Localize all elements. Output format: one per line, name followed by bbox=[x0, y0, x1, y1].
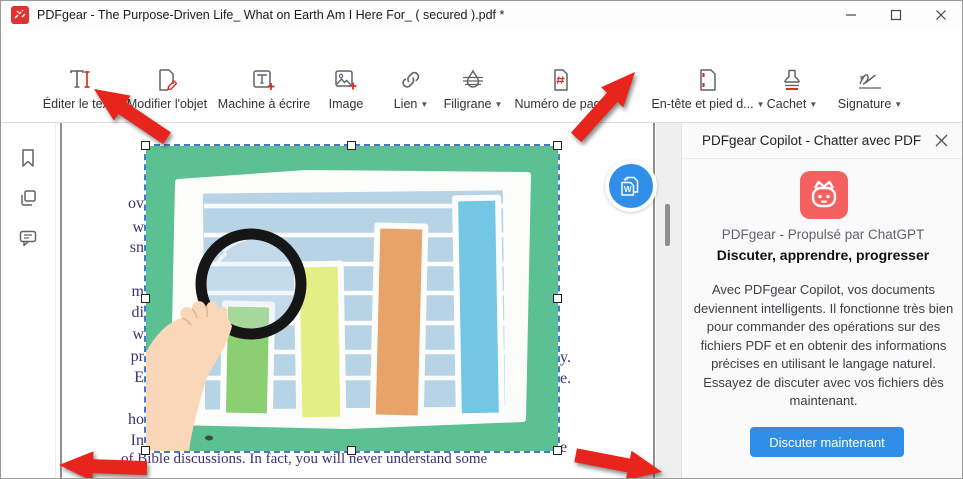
page-number-button[interactable]: Numéro de page bbox=[496, 65, 626, 111]
doc-text-fragment: m bbox=[64, 283, 144, 301]
doc-text-fragment: pr bbox=[64, 348, 144, 366]
copilot-powered-by: PDFgear - Propulsé par ChatGPT bbox=[682, 227, 963, 242]
doc-text-fragment: di bbox=[64, 304, 144, 322]
doc-text-line: of Bible discussions. In fact, you will … bbox=[121, 451, 487, 468]
copilot-tagline: Discuter, apprendre, progresser bbox=[682, 247, 963, 263]
chevron-down-icon: ▼ bbox=[894, 100, 902, 109]
resize-handle-s[interactable] bbox=[347, 446, 356, 455]
doc-text-fragment: w bbox=[64, 219, 144, 237]
signature-button[interactable]: Signature▼ bbox=[805, 65, 935, 111]
selected-image[interactable] bbox=[146, 146, 558, 451]
close-panel-icon[interactable] bbox=[934, 133, 950, 149]
page-thumbnails-icon[interactable] bbox=[18, 188, 40, 210]
resize-handle-sw[interactable] bbox=[141, 446, 150, 455]
pdfgear-logo-icon bbox=[11, 6, 29, 24]
scrollbar-thumb[interactable] bbox=[665, 204, 670, 246]
resize-handle-w[interactable] bbox=[141, 294, 150, 303]
pdfgear-window: PDFgear - The Purpose-Driven Life_ What … bbox=[0, 0, 963, 479]
resize-handle-se[interactable] bbox=[553, 446, 562, 455]
copilot-robot-icon bbox=[800, 171, 848, 219]
doc-text-fragment: y. bbox=[560, 349, 571, 367]
comments-icon[interactable] bbox=[18, 228, 40, 250]
convert-to-word-icon: W bbox=[609, 164, 653, 208]
svg-text:W: W bbox=[624, 185, 632, 194]
doc-text-fragment: ho bbox=[64, 411, 144, 429]
chat-now-button[interactable]: Discuter maintenant bbox=[750, 427, 904, 457]
title-bar: PDFgear - The Purpose-Driven Life_ What … bbox=[1, 1, 962, 29]
resize-handle-nw[interactable] bbox=[141, 141, 150, 150]
page-left-edge bbox=[60, 123, 62, 479]
doc-text-fragment: E bbox=[64, 369, 144, 387]
doc-text-fragment: w bbox=[64, 326, 144, 344]
convert-to-word-badge[interactable]: W bbox=[605, 160, 657, 212]
resize-handle-ne[interactable] bbox=[553, 141, 562, 150]
doc-text-fragment: sn bbox=[64, 239, 144, 257]
window-title: PDFgear - The Purpose-Driven Life_ What … bbox=[37, 8, 504, 22]
menu-bar: Page d'accueil Annoter Modifier Formulai… bbox=[1, 29, 962, 61]
doc-text-fragment: ov bbox=[64, 195, 144, 213]
page-number-icon bbox=[496, 65, 626, 95]
bookmarks-icon[interactable] bbox=[18, 148, 40, 170]
scrollbar-track[interactable] bbox=[656, 123, 681, 479]
doc-text-fragment: In bbox=[64, 432, 144, 450]
copilot-panel-header: PDFgear Copilot - Chatter avec PDF bbox=[682, 123, 963, 159]
copilot-panel: PDFgear Copilot - Chatter avec PDF PDFge… bbox=[681, 123, 963, 479]
selection-border bbox=[144, 144, 560, 453]
close-button[interactable] bbox=[925, 1, 957, 29]
copilot-description: Avec PDFgear Copilot, vos documents devi… bbox=[692, 281, 955, 411]
navigation-sidebar bbox=[1, 123, 56, 479]
doc-text-fragment: e. bbox=[560, 370, 571, 388]
resize-handle-e[interactable] bbox=[553, 294, 562, 303]
signature-icon bbox=[805, 65, 935, 95]
maximize-button[interactable] bbox=[880, 1, 912, 29]
minimize-button[interactable] bbox=[835, 1, 867, 29]
red-arrow-bottom-right bbox=[573, 440, 665, 479]
resize-handle-n[interactable] bbox=[347, 141, 356, 150]
copilot-panel-title: PDFgear Copilot - Chatter avec PDF bbox=[702, 133, 921, 148]
